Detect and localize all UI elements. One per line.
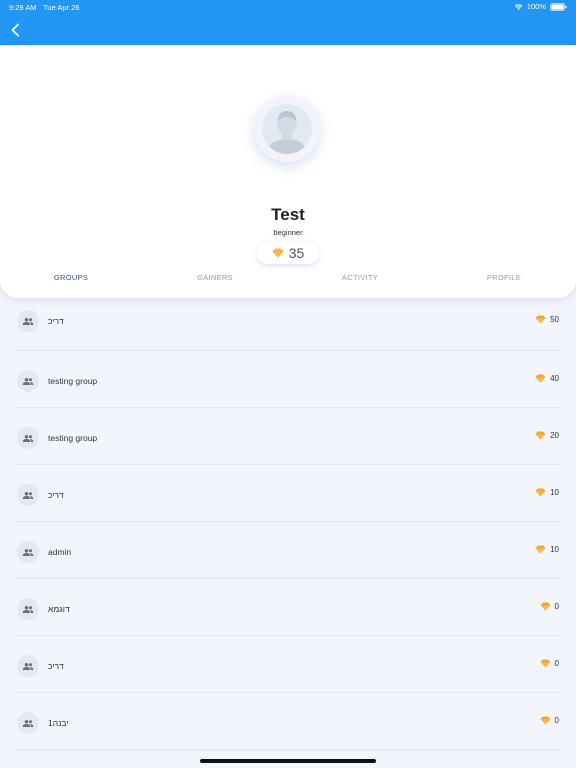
- group-points: 0: [540, 659, 559, 668]
- group-name: testing group: [48, 376, 98, 386]
- group-points: 10: [535, 488, 559, 497]
- group-name: testing group: [48, 433, 98, 443]
- group-row[interactable]: דריכ 50: [13, 293, 563, 351]
- group-name: admin: [48, 547, 72, 557]
- points-value: 35: [288, 245, 305, 261]
- tab-activity[interactable]: ACTIVITY: [310, 273, 410, 282]
- group-name: דריכ: [48, 316, 64, 326]
- home-indicator[interactable]: [200, 759, 376, 763]
- group-row[interactable]: יבנה1 0: [13, 693, 563, 750]
- group-row[interactable]: testing group 20: [13, 408, 563, 465]
- group-avatar: [17, 712, 39, 734]
- group-avatar: [17, 541, 39, 563]
- group-points-value: 10: [550, 488, 559, 497]
- status-time: 9:29 AM: [9, 3, 37, 12]
- group-row[interactable]: admin 10: [13, 522, 563, 579]
- profile-card: Test beginner 35 GROUPS GAINERS ACTIVITY…: [0, 45, 576, 298]
- group-points: 0: [540, 602, 559, 611]
- group-name: דוגמא: [48, 604, 70, 614]
- profile-level: beginner: [273, 228, 303, 237]
- group-row[interactable]: דריכ 0: [13, 636, 563, 693]
- group-icon: [22, 719, 34, 727]
- group-name: דריכ: [48, 661, 64, 671]
- tab-profile[interactable]: PROFILE: [454, 273, 554, 282]
- group-avatar: [17, 370, 39, 392]
- battery-icon: [550, 2, 567, 11]
- group-avatar: [17, 310, 39, 332]
- group-points: 20: [535, 431, 559, 440]
- back-button[interactable]: [6, 20, 24, 40]
- group-icon: [22, 377, 34, 385]
- group-avatar: [17, 484, 39, 506]
- group-avatar: [17, 655, 39, 677]
- group-icon: [22, 317, 34, 325]
- status-indicators: 100%: [514, 2, 567, 11]
- status-date: Tue Apr 26: [43, 3, 80, 12]
- gem-icon: [540, 659, 550, 668]
- screen: 9:29 AM Tue Apr 26 100% Test beginner 35…: [0, 0, 576, 768]
- group-points-value: 0: [554, 602, 559, 611]
- group-row[interactable]: testing group 40: [13, 351, 563, 408]
- battery-percent: 100%: [526, 2, 546, 11]
- gem-icon: [540, 602, 550, 611]
- group-avatar: [17, 427, 39, 449]
- group-row[interactable]: דוגמא 0: [13, 579, 563, 636]
- gem-icon: [535, 431, 546, 440]
- group-points: 50: [535, 315, 559, 324]
- group-name: יבנה1: [48, 718, 69, 728]
- group-points-value: 10: [550, 545, 559, 554]
- group-points: 0: [540, 716, 559, 725]
- gem-icon: [540, 716, 550, 725]
- gem-icon: [535, 374, 546, 383]
- avatar[interactable]: [254, 96, 320, 162]
- tab-gainers[interactable]: GAINERS: [165, 273, 265, 282]
- group-name: דריכ: [48, 490, 64, 500]
- group-icon: [22, 662, 34, 670]
- tab-groups[interactable]: GROUPS: [21, 273, 121, 282]
- group-points-value: 20: [550, 431, 559, 440]
- group-points-value: 0: [554, 716, 559, 725]
- tab-bar: GROUPS GAINERS ACTIVITY PROFILE: [0, 273, 576, 289]
- group-icon: [22, 548, 34, 556]
- gem-icon: [272, 248, 284, 258]
- group-points: 10: [535, 545, 559, 554]
- profile-name: Test: [271, 205, 305, 224]
- group-points: 40: [535, 374, 559, 383]
- gem-icon: [535, 488, 546, 497]
- group-row[interactable]: דריכ 10: [13, 465, 563, 522]
- group-avatar: [17, 598, 39, 620]
- wifi-icon: [514, 3, 523, 10]
- group-points-value: 0: [554, 659, 559, 668]
- group-icon: [22, 434, 34, 442]
- points-badge: 35: [257, 242, 319, 264]
- group-icon: [22, 605, 34, 613]
- group-icon: [22, 491, 34, 499]
- group-points-value: 40: [550, 374, 559, 383]
- top-bar: 9:29 AM Tue Apr 26 100%: [0, 0, 576, 45]
- group-points-value: 50: [550, 315, 559, 324]
- group-list: דריכ 50 testing group 40 testing group 20 דריכ…: [13, 293, 563, 750]
- gem-icon: [535, 315, 546, 324]
- gem-icon: [535, 545, 546, 554]
- chevron-left-icon: [11, 23, 19, 37]
- user-placeholder-icon: [262, 104, 312, 154]
